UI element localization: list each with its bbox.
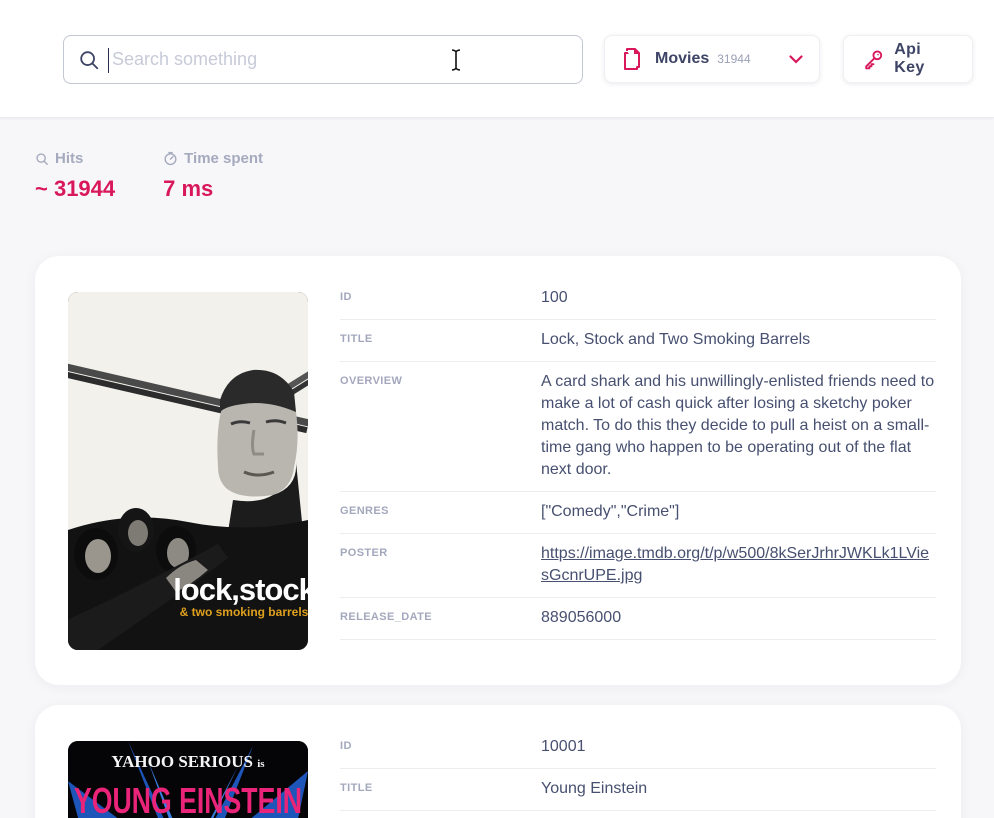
field-label: TITLE <box>340 778 541 800</box>
index-selector[interactable]: Movies 31944 <box>604 35 820 83</box>
field-row: ID100 <box>340 278 936 320</box>
field-label: GENRES <box>340 501 541 523</box>
field-value: 100 <box>541 287 936 309</box>
key-icon <box>862 48 884 71</box>
app-header: Movies 31944 Api Key <box>0 0 994 118</box>
ibeam-mouse-cursor <box>449 48 463 72</box>
field-value: ["Comedy","Crime"] <box>541 501 936 523</box>
index-doc-count: 31944 <box>717 52 750 66</box>
time-spent-stat: Time spent 7 ms <box>163 150 263 202</box>
field-label: POSTER <box>340 543 541 587</box>
svg-text:lock,stock: lock,stock <box>173 572 308 607</box>
field-row: TITLELock, Stock and Two Smoking Barrels <box>340 320 936 362</box>
field-label: OVERVIEW <box>340 371 541 481</box>
search-input[interactable] <box>112 36 568 83</box>
stopwatch-icon <box>163 151 178 166</box>
field-row: GENRES["Comedy","Crime"] <box>340 492 936 534</box>
field-value: 889056000 <box>541 607 936 629</box>
field-value: Young Einstein <box>541 778 936 800</box>
field-value: A card shark and his unwillingly-enliste… <box>541 371 936 481</box>
api-key-button[interactable]: Api Key <box>843 35 973 83</box>
search-stats: Hits ~ 31944 Time spent 7 ms <box>35 150 263 202</box>
document-fields: ID10001TITLEYoung EinsteinOVERVIEWAlbert… <box>340 727 936 818</box>
field-value: Lock, Stock and Two Smoking Barrels <box>541 329 936 351</box>
movie-poster-lock-stock: lock,stock & two smoking barrels <box>68 292 308 650</box>
documents-icon <box>621 47 643 71</box>
field-label: ID <box>340 287 541 309</box>
field-row: OVERVIEWAlbert Einstein is the son of a … <box>340 811 936 818</box>
field-row: ID10001 <box>340 727 936 769</box>
field-value: 10001 <box>541 736 936 758</box>
movie-poster-young-einstein: YAHOO SERIOUS is YOUNG EINSTEIN <box>68 741 308 818</box>
svg-text:& two smoking barrels: & two smoking barrels <box>180 605 308 619</box>
chevron-down-icon <box>789 55 803 64</box>
field-label: ID <box>340 736 541 758</box>
hits-label: Hits <box>55 150 83 167</box>
result-card: lock,stock & two smoking barrels ID100TI… <box>35 256 961 685</box>
text-caret <box>108 48 109 73</box>
field-label: TITLE <box>340 329 541 351</box>
result-card: YAHOO SERIOUS is YOUNG EINSTEIN ID10001T… <box>35 705 961 818</box>
field-row: POSTERhttps://image.tmdb.org/t/p/w500/8k… <box>340 534 936 598</box>
api-key-label: Api Key <box>894 41 954 77</box>
poster-url-link[interactable]: https://image.tmdb.org/t/p/w500/8kSerJrh… <box>541 545 929 584</box>
svg-text:YAHOO SERIOUS is: YAHOO SERIOUS is <box>111 752 265 771</box>
field-row: OVERVIEWA card shark and his unwillingly… <box>340 362 936 492</box>
field-label: RELEASE_DATE <box>340 607 541 629</box>
field-value: https://image.tmdb.org/t/p/w500/8kSerJrh… <box>541 543 936 587</box>
search-box[interactable] <box>63 35 583 84</box>
index-name: Movies <box>655 50 709 68</box>
time-spent-label: Time spent <box>184 150 263 167</box>
search-icon <box>78 49 100 71</box>
document-fields: ID100TITLELock, Stock and Two Smoking Ba… <box>340 278 936 640</box>
field-row: RELEASE_DATE889056000 <box>340 598 936 640</box>
field-row: TITLEYoung Einstein <box>340 769 936 811</box>
hits-stat: Hits ~ 31944 <box>35 150 115 202</box>
svg-text:YOUNG EINSTEIN: YOUNG EINSTEIN <box>74 780 302 818</box>
hits-value: ~ 31944 <box>35 176 115 202</box>
hits-search-icon <box>35 152 49 166</box>
time-spent-value: 7 ms <box>163 176 263 202</box>
